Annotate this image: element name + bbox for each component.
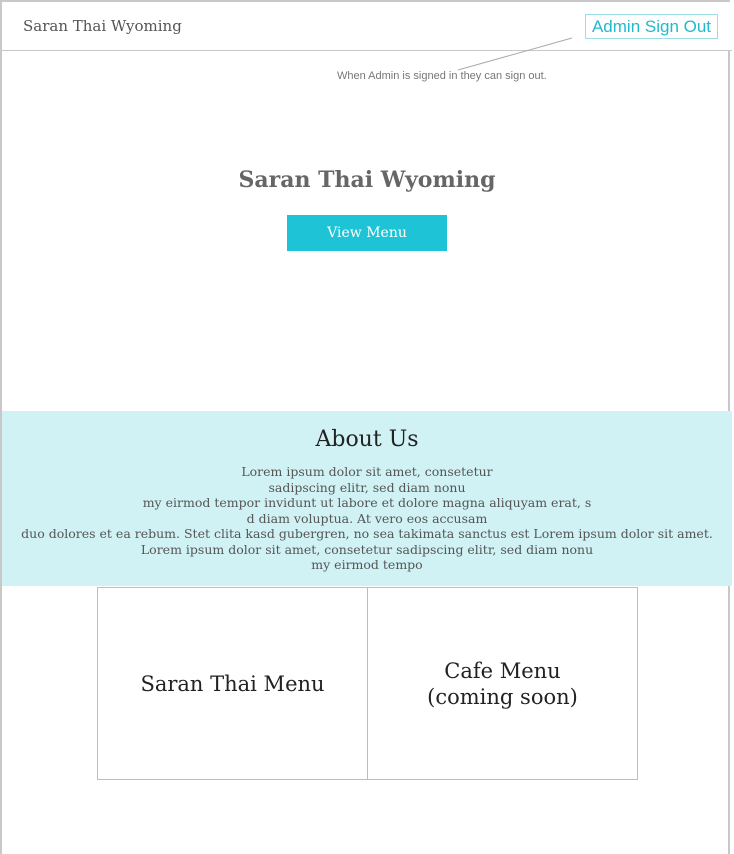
about-line: my eirmod tempor invidunt ut labore et d… <box>142 495 592 510</box>
about-line: Lorem ipsum dolor sit amet, consetetur <box>241 464 493 479</box>
about-title: About Us <box>315 427 419 452</box>
annotation-note: When Admin is signed in they can sign ou… <box>337 70 547 82</box>
about-line: Lorem ipsum dolor sit amet, consetetur s… <box>140 541 594 557</box>
about-line: sadipscing elitr, sed diam nonu <box>268 479 466 495</box>
about-line: duo dolores et ea rebum. Stet clita kasd… <box>21 526 713 541</box>
card-label-group: Cafe Menu (coming soon) <box>427 658 578 710</box>
admin-sign-out-button[interactable]: Admin Sign Out <box>585 14 718 39</box>
saran-thai-menu-card[interactable]: Saran Thai Menu <box>97 587 368 780</box>
about-section: About Us Lorem ipsum dolor sit amet, con… <box>2 411 732 586</box>
about-line: my eirmod tempo <box>311 557 423 572</box>
card-label: Cafe Menu <box>444 658 561 683</box>
site-name[interactable]: Saran Thai Wyoming <box>23 17 182 35</box>
cafe-menu-card[interactable]: Cafe Menu (coming soon) <box>367 587 638 780</box>
card-label: Saran Thai Menu <box>140 671 325 696</box>
view-menu-button[interactable]: View Menu <box>287 215 447 251</box>
card-sublabel: (coming soon) <box>427 684 578 709</box>
about-line: d diam voluptua. At vero eos accusam <box>246 510 488 526</box>
about-text: Lorem ipsum dolor sit amet, consetetur s… <box>2 464 732 573</box>
hero-title: Saran Thai Wyoming <box>238 167 496 193</box>
